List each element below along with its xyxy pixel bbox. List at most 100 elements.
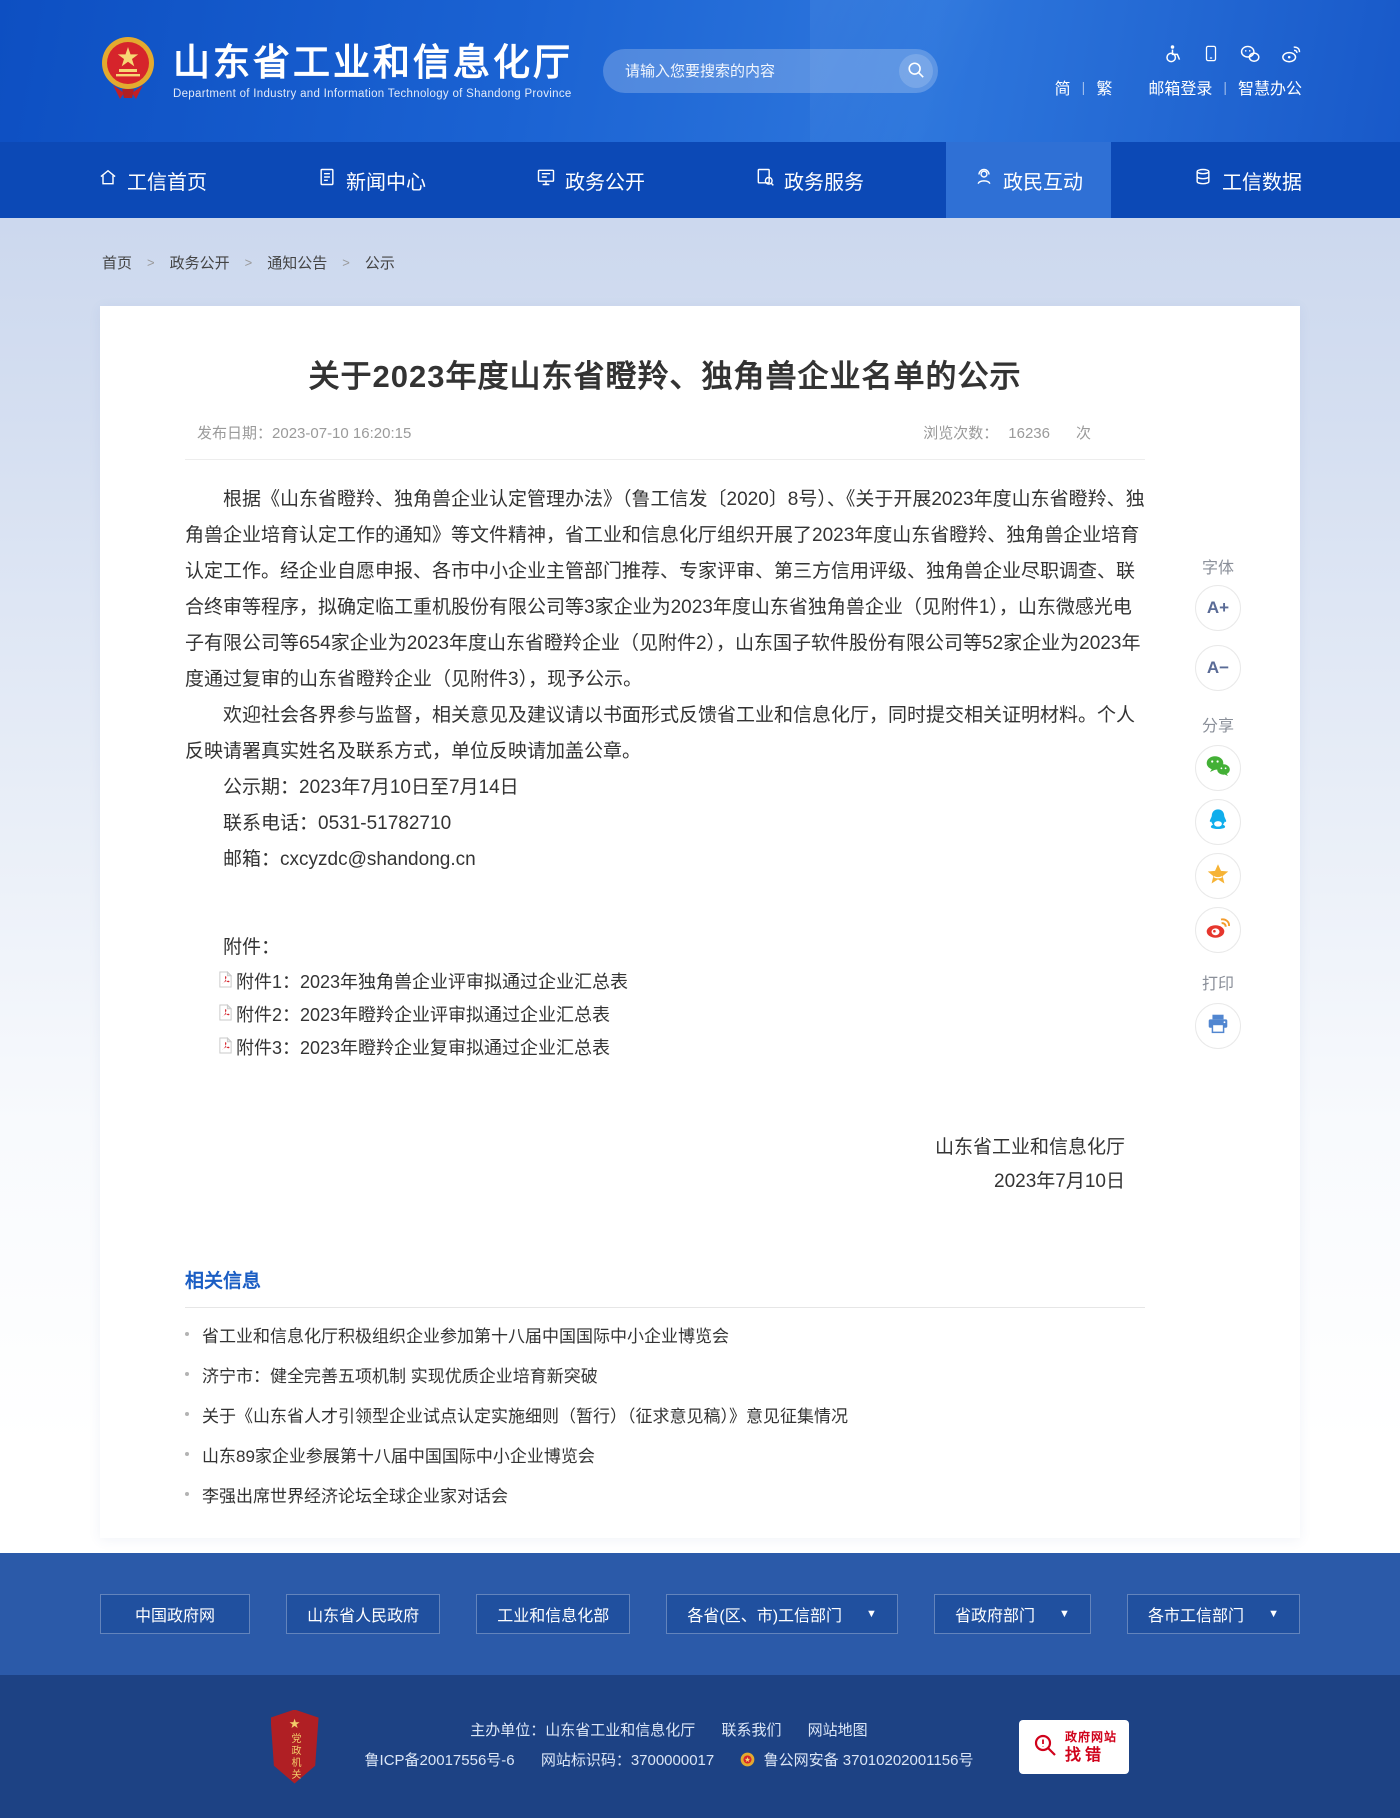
article-meta: 发布日期：2023-07-10 16:20:15 浏览次数：16236次 xyxy=(185,422,1145,460)
wechat-share-button[interactable] xyxy=(1195,745,1241,791)
font-decrease-button[interactable]: A− xyxy=(1195,645,1241,691)
signature-date: 2023年7月10日 xyxy=(185,1165,1125,1199)
search-button[interactable] xyxy=(899,54,933,88)
qzone-share-button[interactable] xyxy=(1195,853,1241,899)
service-icon xyxy=(755,167,775,193)
attachment-link[interactable]: 附件2：2023年瞪羚企业评审拟通过企业汇总表 xyxy=(185,999,1145,1032)
nav-item-data[interactable]: 工信数据 xyxy=(1165,142,1330,218)
footer-link-miit[interactable]: 工业和信息化部 xyxy=(476,1594,630,1634)
search-box xyxy=(603,49,938,93)
attachment-label: 附件2：2023年瞪羚企业评审拟通过企业汇总表 xyxy=(236,999,610,1032)
breadcrumb-notices[interactable]: 通知公告 xyxy=(267,252,327,273)
breadcrumb-separator: > xyxy=(342,255,350,270)
footer-info-line1: 主办单位：山东省工业和信息化厅 联系我们 网站地图 xyxy=(365,1716,974,1746)
page-title: 关于2023年度山东省瞪羚、独角兽企业名单的公示 xyxy=(185,356,1145,398)
weibo-share-button[interactable] xyxy=(1195,907,1241,953)
icp-number: 鲁ICP备20017556号-6 xyxy=(365,1752,515,1769)
pdf-icon xyxy=(218,999,233,1032)
article-body: 根据《山东省瞪羚、独角兽企业认定管理办法》（鲁工信发〔2020〕8号）、《关于开… xyxy=(185,482,1145,878)
article: 关于2023年度山东省瞪羚、独角兽企业名单的公示 发布日期：2023-07-10… xyxy=(185,356,1145,1514)
qzone-share-icon xyxy=(1205,861,1231,892)
qq-share-button[interactable] xyxy=(1195,799,1241,845)
police-record-link[interactable]: 鲁公网安备 37010202001156号 xyxy=(764,1752,974,1769)
attachment-label: 附件3：2023年瞪羚企业复审拟通过企业汇总表 xyxy=(236,1032,610,1065)
related-title: 相关信息 xyxy=(185,1269,1145,1295)
paragraph: 根据《山东省瞪羚、独角兽企业认定管理办法》（鲁工信发〔2020〕8号）、《关于开… xyxy=(185,482,1145,698)
related-link-label: 省工业和信息化厅积极组织企业参加第十八届中国国际中小企业博览会 xyxy=(202,1322,729,1347)
breadcrumb-disclosure[interactable]: 政务公开 xyxy=(170,252,230,273)
sitemap-link[interactable]: 网站地图 xyxy=(808,1722,868,1739)
badge-text: 党政机关 xyxy=(287,1733,302,1781)
footer-dropdown-province-gov-depts[interactable]: 省政府部门 ▼ xyxy=(934,1594,1091,1634)
print-button[interactable] xyxy=(1195,1003,1241,1049)
lang-simplified-link[interactable]: 简 xyxy=(1055,75,1071,99)
bullet-dot xyxy=(185,1412,189,1416)
attachments-label: 附件： xyxy=(185,930,1145,966)
font-increase-button[interactable]: A+ xyxy=(1195,585,1241,631)
nav-label: 新闻中心 xyxy=(346,166,426,195)
footer-bottom: ★ 党政机关 主办单位：山东省工业和信息化厅 联系我们 网站地图 鲁ICP备20… xyxy=(0,1675,1400,1818)
nav-item-disclosure[interactable]: 政务公开 xyxy=(508,142,673,218)
mobile-icon[interactable] xyxy=(1202,43,1220,64)
related-section: 相关信息 省工业和信息化厅积极组织企业参加第十八届中国国际中小企业博览会 济宁市… xyxy=(185,1269,1145,1514)
accessibility-icon[interactable] xyxy=(1162,43,1183,64)
breadcrumb-home[interactable]: 首页 xyxy=(102,252,132,273)
site-title-block: 山东省工业和信息化厅 Department of Industry and In… xyxy=(173,43,573,100)
breadcrumb-separator: > xyxy=(147,255,155,270)
weibo-icon[interactable] xyxy=(1280,44,1302,64)
footer-link-shandong-gov[interactable]: 山东省人民政府 xyxy=(286,1594,440,1634)
wechat-icon[interactable] xyxy=(1239,44,1261,64)
interaction-icon xyxy=(974,167,994,193)
nav-item-home[interactable]: 工信首页 xyxy=(70,142,235,218)
contact-email: 邮箱：cxcyzdc@shandong.cn xyxy=(185,842,1145,878)
error-report-line2: 找错 xyxy=(1065,1748,1117,1763)
nav-item-service[interactable]: 政务服务 xyxy=(727,142,892,218)
chevron-down-icon: ▼ xyxy=(1268,1608,1279,1620)
site-code: 网站标识码：3700000017 xyxy=(541,1752,714,1769)
bullet-dot xyxy=(185,1452,189,1456)
search-icon xyxy=(907,61,925,82)
national-emblem-icon xyxy=(100,34,156,109)
signature-org: 山东省工业和信息化厅 xyxy=(185,1131,1125,1165)
chevron-down-icon: ▼ xyxy=(1059,1608,1070,1620)
view-count-value: 16236 xyxy=(1008,425,1050,442)
pdf-icon xyxy=(218,966,233,999)
nav-item-interaction[interactable]: 政民互动 xyxy=(946,142,1111,218)
attachment-link[interactable]: 附件3：2023年瞪羚企业复审拟通过企业汇总表 xyxy=(185,1032,1145,1065)
nav-label: 工信首页 xyxy=(127,166,207,195)
pdf-icon xyxy=(218,1032,233,1065)
lang-traditional-link[interactable]: 繁 xyxy=(1096,75,1112,99)
nav-item-news[interactable]: 新闻中心 xyxy=(289,142,454,218)
badge-star: ★ xyxy=(289,1717,301,1730)
mail-login-link[interactable]: 邮箱登录 xyxy=(1148,75,1212,99)
gov-site-error-report-widget[interactable]: 政府网站 找错 xyxy=(1019,1720,1129,1774)
error-report-text: 政府网站 找错 xyxy=(1065,1730,1117,1763)
related-link[interactable]: 关于《山东省人才引领型企业试点认定实施细则（暂行）（征求意见稿）》意见征集情况 xyxy=(185,1394,1145,1434)
printer-icon xyxy=(1205,1011,1231,1042)
weibo-share-icon xyxy=(1204,915,1232,946)
quick-icons xyxy=(1162,43,1302,64)
related-link[interactable]: 济宁市：健全完善五项机制 实现优质企业培育新突破 xyxy=(185,1354,1145,1394)
footer-dropdown-city-depts[interactable]: 各市工信部门 ▼ xyxy=(1127,1594,1300,1634)
attachment-link[interactable]: 附件1：2023年独角兽企业评审拟通过企业汇总表 xyxy=(185,966,1145,999)
footer-link-label: 各省(区、市)工信部门 xyxy=(687,1602,842,1626)
search-input[interactable] xyxy=(623,62,899,81)
related-link[interactable]: 李强出席世界经济论坛全球企业家对话会 xyxy=(185,1474,1145,1514)
view-count-unit: 次 xyxy=(1076,425,1091,442)
publish-date-value: 2023-07-10 16:20:15 xyxy=(272,425,411,442)
footer-link-gov-cn[interactable]: 中国政府网 xyxy=(100,1594,250,1634)
footer-dropdown-provincial-depts[interactable]: 各省(区、市)工信部门 ▼ xyxy=(666,1594,898,1634)
publish-date-label: 发布日期： xyxy=(197,425,272,442)
error-report-magnifier-icon xyxy=(1032,1732,1058,1762)
related-link-label: 山东89家企业参展第十八届中国国际中小企业博览会 xyxy=(202,1442,595,1467)
police-badge-icon xyxy=(740,1748,755,1778)
related-link[interactable]: 省工业和信息化厅积极组织企业参加第十八届中国国际中小企业博览会 xyxy=(185,1314,1145,1354)
related-link-label: 济宁市：健全完善五项机制 实现优质企业培育新突破 xyxy=(202,1362,598,1387)
site-logo[interactable]: 山东省工业和信息化厅 Department of Industry and In… xyxy=(100,34,573,109)
chevron-down-icon: ▼ xyxy=(866,1608,877,1620)
related-link[interactable]: 山东89家企业参展第十八届中国国际中小企业博览会 xyxy=(185,1434,1145,1474)
contact-us-link[interactable]: 联系我们 xyxy=(721,1722,781,1739)
smart-office-link[interactable]: 智慧办公 xyxy=(1238,75,1302,99)
nav-label: 政务公开 xyxy=(565,166,645,195)
breadcrumb-current: 公示 xyxy=(365,252,395,273)
